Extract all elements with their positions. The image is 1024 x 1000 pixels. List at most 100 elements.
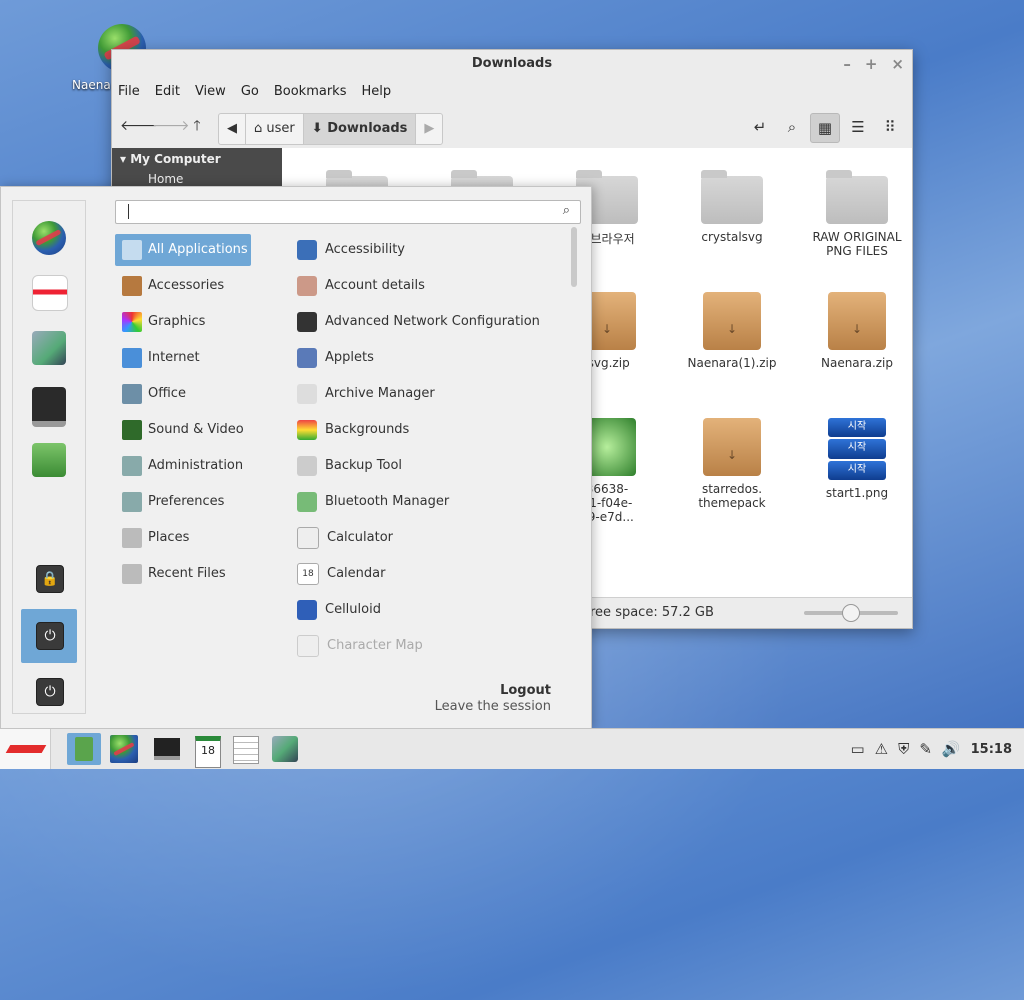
taskbar-spreadsheet[interactable] [228, 733, 262, 765]
file-label: RAW ORIGINAL PNG FILES [812, 230, 902, 258]
sidebar-section-my-computer[interactable]: ▾ My Computer [112, 148, 282, 170]
system-settings-icon[interactable] [32, 331, 66, 365]
app-calendar[interactable]: 18 Calendar [297, 558, 385, 590]
shield-icon[interactable]: ⛨ [898, 740, 909, 758]
app-bluetooth-manager[interactable]: Bluetooth Manager [297, 486, 449, 518]
category-label: Office [148, 386, 186, 401]
text-editor-icon[interactable] [32, 275, 68, 311]
app-list-scrollbar[interactable] [571, 227, 577, 287]
app-account-details[interactable]: Account details [297, 270, 425, 302]
category-places[interactable]: Places [115, 522, 251, 554]
volume-icon[interactable]: 🔊 [942, 740, 961, 758]
app-accessibility[interactable]: Accessibility [297, 234, 405, 266]
search-input[interactable]: ⌕ [115, 200, 581, 224]
menu-launcher-icon[interactable] [0, 729, 51, 769]
terminal-icon[interactable] [32, 387, 66, 427]
zoom-slider[interactable] [804, 604, 898, 622]
compact-view-icon[interactable]: ⠿ [876, 113, 904, 141]
app-applets[interactable]: Applets [297, 342, 374, 374]
app-backup-tool[interactable]: Backup Tool [297, 450, 402, 482]
app-archive-manager[interactable]: Archive Manager [297, 378, 435, 410]
category-preferences[interactable]: Preferences [115, 486, 251, 518]
taskbar-browser-icon[interactable] [110, 735, 138, 763]
breadcrumb-user[interactable]: ⌂ user [246, 114, 304, 144]
desktop-icon-label[interactable]: Naena [72, 78, 111, 92]
file-item[interactable]: RAW ORIGINAL PNG FILES [802, 170, 912, 258]
menu-edit[interactable]: Edit [155, 84, 180, 99]
home-icon: ⌂ [254, 121, 263, 136]
file-label: crystalsvg [701, 230, 763, 244]
removable-drive-icon[interactable]: ▭ [850, 740, 864, 758]
breadcrumb-downloads[interactable]: ⬇ Downloads [303, 114, 417, 144]
logout-tooltip-title: Logout [500, 683, 551, 698]
taskbar-file-manager[interactable] [67, 733, 101, 765]
app-backgrounds[interactable]: Backgrounds [297, 414, 409, 446]
menu-help[interactable]: Help [361, 84, 391, 99]
list-view-icon[interactable]: ☰ [844, 113, 872, 141]
category-all-applications[interactable]: All Applications [115, 234, 251, 266]
logout-button[interactable]: ⏻ [21, 609, 77, 663]
start-image-thumbnail: 시작 시작 시작 [828, 418, 886, 480]
folder-icon [826, 170, 888, 224]
category-administration[interactable]: Administration [115, 450, 251, 482]
file-manager-icon[interactable] [32, 443, 66, 477]
browser-icon[interactable] [32, 221, 66, 255]
file-item[interactable]: crystalsvg [677, 170, 787, 244]
application-menu: 🔒 ⏻ ⏻ ⌕ All Applications Accessories Gra… [0, 186, 592, 730]
breadcrumb-right-icon[interactable]: ▶ [416, 114, 442, 144]
preferences-icon [122, 491, 142, 512]
category-graphics[interactable]: Graphics [115, 306, 251, 338]
menu-go[interactable]: Go [241, 84, 259, 99]
app-celluloid[interactable]: Celluloid [297, 594, 381, 626]
maximize-button[interactable]: + [865, 50, 878, 78]
minimize-button[interactable]: – [843, 50, 851, 78]
character-map-icon [297, 634, 319, 657]
forward-arrow-icon[interactable]: 🡒 [152, 113, 190, 139]
archive-icon [703, 418, 761, 476]
breadcrumb-left-icon[interactable]: ◀ [219, 114, 246, 144]
file-item[interactable]: Naenara.zip [802, 292, 912, 370]
window-titlebar[interactable]: Downloads – + × [112, 50, 912, 78]
menu-view[interactable]: View [195, 84, 226, 99]
taskbar-terminal[interactable] [150, 733, 184, 765]
back-arrow-icon[interactable]: 🡐 [120, 113, 158, 139]
category-office[interactable]: Office [115, 378, 251, 410]
category-accessories[interactable]: Accessories [115, 270, 251, 302]
app-label: Applets [325, 350, 374, 365]
clock[interactable]: 15:18 [971, 742, 1012, 757]
notifications-icon[interactable]: ⚠ [875, 740, 888, 758]
start-thumb-text: 시작 [828, 439, 886, 459]
calculator-icon [297, 526, 319, 549]
logout-tooltip-subtitle: Leave the session [434, 699, 551, 714]
search-icon[interactable]: ⌕ [778, 113, 806, 141]
taskbar-calendar[interactable]: 18 [190, 733, 224, 768]
logout-icon: ⏻ [36, 622, 64, 650]
app-advanced-network-configuration[interactable]: Advanced Network Configuration [297, 306, 540, 338]
category-internet[interactable]: Internet [115, 342, 251, 374]
menu-file[interactable]: File [118, 84, 140, 99]
close-button[interactable]: × [891, 50, 904, 78]
taskbar-system-settings[interactable] [268, 733, 302, 765]
breadcrumb: ◀ ⌂ user ⬇ Downloads ▶ [218, 113, 444, 145]
file-item[interactable]: starredos. themepack [677, 418, 787, 510]
file-item[interactable]: Naenara(1).zip [677, 292, 787, 370]
icon-view-icon[interactable]: ▦ [810, 113, 840, 143]
app-character-map[interactable]: Character Map [297, 630, 423, 662]
bluetooth-icon [297, 491, 317, 512]
category-label: Places [148, 530, 190, 545]
shutdown-button[interactable]: ⏻ [21, 665, 77, 719]
spreadsheet-icon [233, 736, 259, 764]
favorites-panel: 🔒 ⏻ ⏻ [12, 200, 86, 714]
category-sound-video[interactable]: Sound & Video [115, 414, 251, 446]
up-arrow-icon[interactable]: 🡑 [184, 113, 210, 139]
lock-screen-button[interactable]: 🔒 [21, 552, 77, 606]
network-icon[interactable]: ✎ [919, 740, 932, 758]
category-recent-files[interactable]: Recent Files [115, 558, 251, 590]
open-location-icon[interactable]: ↵ [746, 113, 774, 141]
app-label: Archive Manager [325, 386, 435, 401]
grid-icon [122, 239, 142, 260]
app-calculator[interactable]: Calculator [297, 522, 393, 554]
zoom-slider-knob[interactable] [842, 604, 860, 622]
menu-bookmarks[interactable]: Bookmarks [274, 84, 347, 99]
file-item[interactable]: 시작 시작 시작 start1.png [802, 418, 912, 500]
